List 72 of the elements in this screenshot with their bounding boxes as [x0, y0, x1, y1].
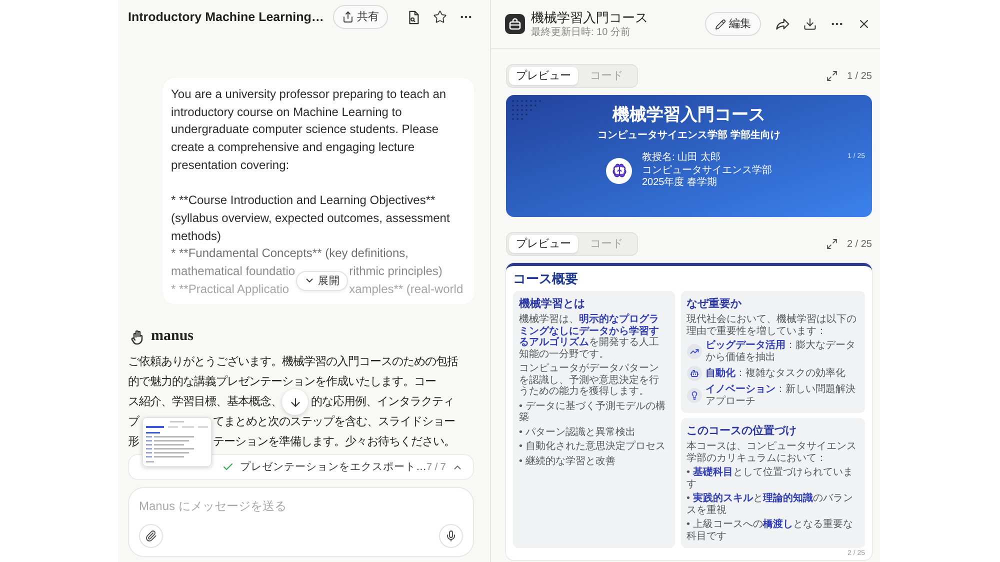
attach-button[interactable] [139, 524, 163, 548]
arrow-down-icon [288, 396, 302, 409]
last-updated-text: 最終更新日時: 10 分前 [531, 26, 632, 38]
fullscreen-icon[interactable] [826, 70, 838, 82]
expand-button[interactable]: 展開 [296, 270, 348, 291]
close-icon[interactable] [857, 17, 871, 31]
bullet-text: • 実践的スキルと理論的知識のバランスを重視 [686, 493, 854, 516]
brain-icon [606, 158, 632, 184]
assistant-name: manus [151, 328, 194, 346]
slide-heading: コース概要 [513, 271, 579, 287]
share-button[interactable]: 共有 [332, 5, 388, 29]
reply-text: 的な応用例、インタラクティ [311, 394, 454, 410]
prompt-text: mathematical foundatio [171, 263, 296, 280]
reply-text: ご依頼ありがとうございます。機械学習の入門コースのための包括的で魅力的な講義プレゼンテーションを作成いたします。コー [128, 354, 460, 390]
reply-text: ス紹介、学習目標、基本概念、 [128, 394, 282, 410]
bullet-text: • 上級コースへの橋渡しとなる重要な科目です [686, 519, 854, 542]
prompt-text: xamples** (real-world [349, 280, 464, 298]
message-input[interactable]: Manus にメッセージを送る [139, 497, 463, 516]
reply-text: テーションを準備します。少々お待ちください。 [213, 434, 455, 450]
bullet-text: • 継続的な学習と改善 [519, 456, 616, 467]
view-tab[interactable]: プレビュー [509, 235, 578, 253]
presenter-info: 教授名: 山田 太郎 [642, 152, 722, 164]
lightbulb-icon [686, 388, 702, 403]
presenter-info: コンピュータサイエンス学部 [642, 164, 772, 176]
prompt-text: rithmic principles) [349, 263, 442, 280]
bullet-text: • データに基づく予測モデルの構築 [519, 400, 666, 424]
pencil-icon [715, 18, 726, 30]
document-title: 機械学習入門コース [531, 10, 648, 26]
card-text: 自動化：複雑なタスクの効率化 [706, 368, 846, 380]
card-text: 機械学習は、明示的なプログラミングなしにデータから学習するアルゴリズムを開発する人工知能の一分野です。 [519, 314, 660, 360]
prompt-text: You are a university professor preparing to teach an introductory course on Machine Learning to undergraduate computer science students. Please create a comprehensive and engaging lecture presentation covering: [171, 86, 448, 174]
card-text: 本コースは、コンピュータサイエンス学部のカリキュラムにおいて： [686, 441, 858, 464]
microphone-icon [445, 530, 457, 542]
step-count: 7 / 7 [426, 460, 446, 475]
bag-icon [505, 14, 525, 34]
reply-text: てまとめと次のステップを含む、スライドショー [213, 414, 455, 430]
slide-counter: 2 / 25 [846, 238, 872, 252]
prompt-text: * **Practical Applicatio [171, 280, 290, 298]
card-text: 現代社会において、機械学習は以下の理由で重要性を増しています： [686, 314, 858, 337]
card-text: ビッグデータ活用：膨大なデータから価値を抽出 [706, 340, 857, 363]
slide-subtitle: コンピュータサイエンス学部 学部生向け [598, 129, 780, 142]
robot-icon [686, 366, 702, 381]
reply-text: 形 [128, 436, 139, 448]
card-title: なぜ重要か [686, 297, 743, 311]
microphone-button[interactable] [439, 524, 463, 548]
edit-button[interactable]: 編集 [705, 12, 761, 36]
page-preview-drawing [142, 417, 212, 468]
view-tab[interactable]: プレビュー [509, 67, 578, 85]
fullscreen-icon[interactable] [826, 238, 838, 250]
bullet-text: • 自動化された意思決定プロセス [519, 441, 666, 452]
task-card[interactable]: プレゼンテーションをエクスポート…7 / 7 [128, 454, 474, 480]
task-label: プレゼンテーションをエクスポート… [240, 460, 426, 475]
card-text: コンピュータがデータパターンを認識し、予測や意思決定を行うための能力を獲得します。 [519, 363, 660, 398]
card-title: このコースの位置づけ [686, 424, 798, 438]
bullet-text: • 基礎科目として位置づけられています [686, 467, 854, 490]
prompt-text: * **Fundamental Concepts** (key definitions, [171, 245, 410, 262]
prompt-text: * **Course Introduction and Learning Objectives** (syllabus overview, expected outcomes, assessment methods) [171, 192, 451, 245]
forward-arrow-icon[interactable] [775, 17, 790, 31]
slide-title: 機械学習入門コース [612, 104, 766, 126]
presenter-info: 2025年度 春学期 [642, 177, 718, 190]
paperclip-icon [145, 530, 157, 542]
download-icon[interactable] [803, 17, 817, 31]
dot-pattern-drawing [511, 99, 542, 120]
scroll-down-button[interactable] [282, 389, 308, 416]
card-text: イノベーション：新しい問題解決アプローチ [706, 384, 857, 407]
bullet-text: • パターン認識と異常検出 [519, 426, 636, 438]
reply-text: ブ [128, 416, 139, 428]
card-title: 機械学習とは [519, 297, 586, 311]
share-icon [342, 11, 354, 23]
star-icon[interactable] [432, 10, 447, 24]
chat-title: Introductory Machine Learning… [128, 8, 324, 26]
slide-counter: 1 / 25 [846, 70, 872, 84]
